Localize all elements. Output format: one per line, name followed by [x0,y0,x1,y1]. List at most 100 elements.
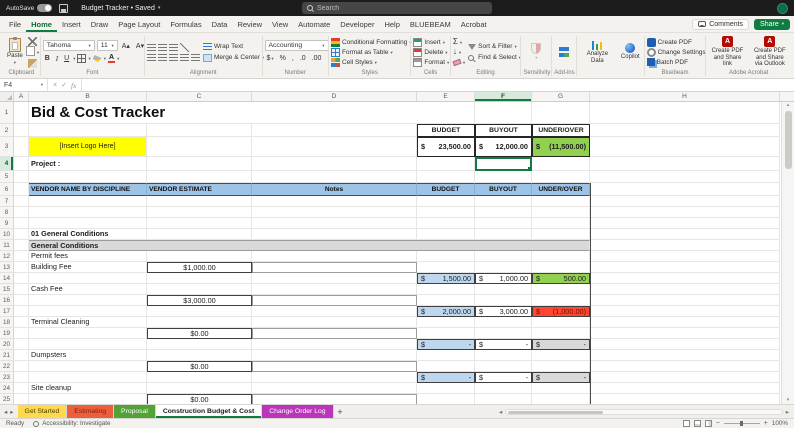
cell-C12[interactable] [147,251,252,262]
copilot-button[interactable]: Copilot [619,43,642,61]
cell-F20[interactable]: $ - [475,339,532,350]
cell-G1[interactable] [532,102,590,124]
cell-F19[interactable] [475,328,532,339]
cell-G14[interactable]: $500.00 [532,273,590,284]
column-header-H[interactable]: H [590,92,780,101]
cell-G23[interactable]: $ - [532,372,590,383]
decrease-decimal-button[interactable]: .00 [310,53,324,64]
cell-F7[interactable] [475,196,532,207]
row-header-19[interactable]: 19 [0,328,14,339]
cell-G17[interactable]: $ (1,000.00) [532,306,590,317]
cell-E25[interactable] [417,394,475,404]
cell-A25[interactable] [14,394,29,404]
cell-E23[interactable]: $ - [417,372,475,383]
bold-button[interactable]: B [43,53,52,64]
bluebeam-change-settings-button[interactable]: Change Settings [646,47,706,57]
increase-decimal-button[interactable]: .0 [298,53,308,64]
cell-H7[interactable] [590,196,780,207]
cell-C14[interactable] [147,273,252,284]
insert-function-icon[interactable]: fx [71,81,76,90]
cell-D9[interactable] [252,218,417,229]
row-header-1[interactable]: 1 [0,102,14,124]
find-select-button[interactable]: Find & Select▾ [468,53,521,62]
cell-F22[interactable] [475,361,532,372]
menu-tab-formulas[interactable]: Formulas [165,16,206,32]
align-middle-icon[interactable] [158,44,167,51]
column-header-B[interactable]: B [29,92,147,101]
cell-F3[interactable]: $12,000.00 [475,137,532,157]
cell-H17[interactable] [590,306,780,317]
cell-G10[interactable] [532,229,590,240]
scroll-down-icon[interactable]: ▾ [787,397,790,404]
cell-E10[interactable] [417,229,475,240]
cell-A10[interactable] [14,229,29,240]
cell-H8[interactable] [590,207,780,218]
horizontal-scroll-thumb[interactable] [508,410,604,414]
cell-H9[interactable] [590,218,780,229]
acrobat-create-share-link-button[interactable]: A Create PDF and Share link [708,36,746,68]
cell-E22[interactable] [417,361,475,372]
cell-B19[interactable] [29,328,147,339]
menu-tab-page-layout[interactable]: Page Layout [113,16,165,32]
cell-F25[interactable] [475,394,532,404]
cell-A13[interactable] [14,262,29,273]
cell-A22[interactable] [14,361,29,372]
cell-B20[interactable] [29,339,147,350]
cell-D17[interactable] [252,306,417,317]
cell-F17[interactable]: $3,000.00 [475,306,532,317]
cell-A21[interactable] [14,350,29,361]
accessibility-status[interactable]: Accessibility: Investigate [33,420,110,427]
cell-A7[interactable] [14,196,29,207]
cell-E20[interactable]: $ - [417,339,475,350]
menu-tab-developer[interactable]: Developer [335,16,379,32]
cell-F8[interactable] [475,207,532,218]
sheet-tab-estimating[interactable]: Estimating [67,405,115,418]
cell-C19[interactable]: $0.00 [147,328,252,339]
cell-H19[interactable] [590,328,780,339]
cell-A5[interactable] [14,171,29,183]
currency-format-button[interactable]: $ ▾ [265,53,276,64]
sheet-tab-change-order-log[interactable]: Change Order Log [262,405,334,418]
row-header-21[interactable]: 21 [0,350,14,361]
zoom-in-button[interactable]: + [764,420,768,427]
cell-C18[interactable] [147,317,252,328]
cell-E24[interactable] [417,383,475,394]
row-header-2[interactable]: 2 [0,124,14,137]
align-left-icon[interactable] [147,54,156,61]
cell-G15[interactable] [532,284,590,295]
cell-F21[interactable] [475,350,532,361]
cell-H18[interactable] [590,317,780,328]
align-right-icon[interactable] [169,54,178,61]
cell-H21[interactable] [590,350,780,361]
cell-F4[interactable] [475,157,532,171]
cell-D8[interactable] [252,207,417,218]
cell-C7[interactable] [147,196,252,207]
cell-B13[interactable]: Building Fee [29,262,147,273]
cell-E8[interactable] [417,207,475,218]
scroll-left-icon[interactable]: ◂ [499,408,502,416]
row-header-22[interactable]: 22 [0,361,14,372]
search-box[interactable] [302,2,492,14]
cell-A16[interactable] [14,295,29,306]
cell-A6[interactable] [14,183,29,196]
cell-D24[interactable] [252,383,417,394]
cell-B12[interactable]: Permit fees [29,251,147,262]
cell-F9[interactable] [475,218,532,229]
cell-G22[interactable] [532,361,590,372]
addins-button[interactable] [557,47,571,57]
cell-A17[interactable] [14,306,29,317]
cell-F13[interactable] [475,262,532,273]
conditional-formatting-button[interactable]: Conditional Formatting▾ [330,37,412,47]
vertical-scroll-thumb[interactable] [784,111,792,169]
wrap-text-button[interactable]: Wrap Text [203,42,264,51]
menu-tab-view[interactable]: View [267,16,293,32]
share-button[interactable]: Share ▾ [754,18,790,30]
format-cells-button[interactable]: Format ▾ [413,57,449,67]
cell-E18[interactable] [417,317,475,328]
cell-B6[interactable]: VENDOR NAME BY DISCIPLINE [29,183,147,196]
italic-button[interactable]: I [54,53,60,64]
row-header-17[interactable]: 17 [0,306,14,317]
fill-button[interactable]: ↓ ▾ [453,48,465,57]
cell-E15[interactable] [417,284,475,295]
menu-tab-file[interactable]: File [4,16,26,32]
